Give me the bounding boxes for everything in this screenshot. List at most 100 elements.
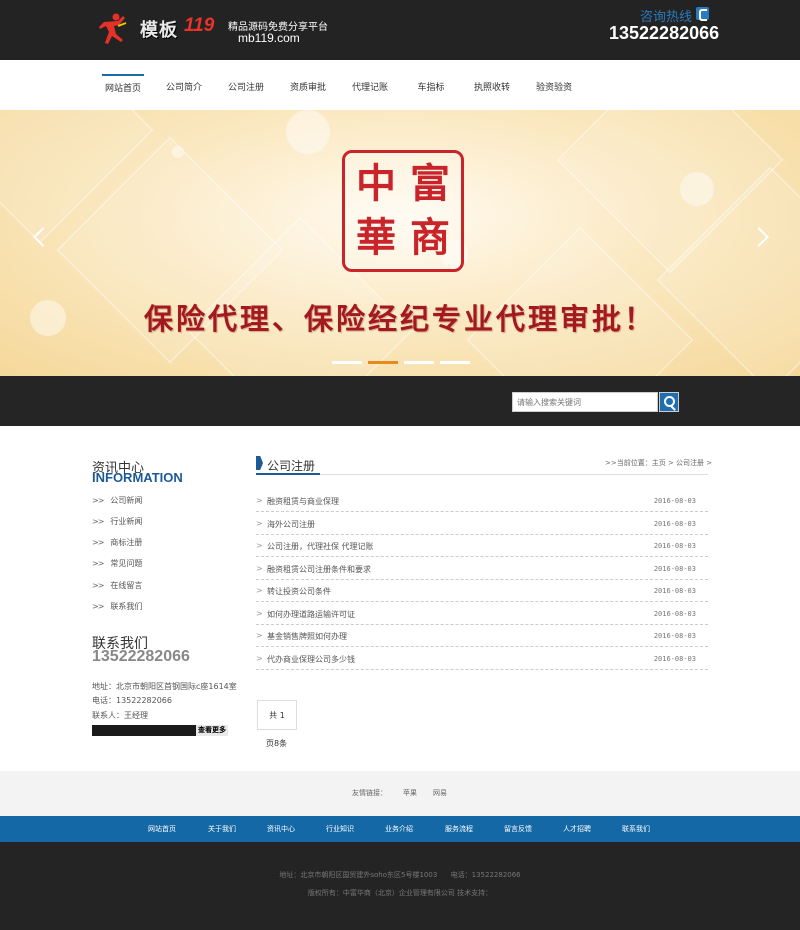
banner-bokeh xyxy=(286,110,330,154)
footer-nav-about[interactable]: 关于我们 xyxy=(208,824,236,834)
friendly-link[interactable]: 苹果 xyxy=(403,788,417,798)
footer-nav-jobs[interactable]: 人才招聘 xyxy=(563,824,591,834)
chevron-right-icon: >> xyxy=(92,581,104,590)
sidebar-item-faq[interactable]: >> 常见问题 xyxy=(92,558,142,569)
title-divider xyxy=(256,474,708,475)
main-nav: 网站首页 公司简介 公司注册 资质审批 代理记账 车指标 执照收转 验资验资 xyxy=(0,60,800,110)
list-item[interactable]: > 海外公司注册 2016-08-03 xyxy=(256,513,708,535)
list-item-date: 2016-08-03 xyxy=(653,610,696,618)
runner-logo-icon xyxy=(99,13,127,44)
chevron-right-icon: >> xyxy=(92,602,104,611)
hotline-number: 13522282066 xyxy=(609,23,720,43)
nav-item-bookkeeping[interactable]: 代理记账 xyxy=(350,60,390,110)
page-title: 公司注册 xyxy=(267,459,316,473)
pagination[interactable]: 共 1 xyxy=(257,700,297,730)
nav-item-home[interactable]: 网站首页 xyxy=(102,74,144,110)
list-item[interactable]: > 融资租赁公司注册条件和要求 2016-08-03 xyxy=(256,558,708,580)
list-item[interactable]: > 代办商业保理公司多少钱 2016-08-03 xyxy=(256,648,708,670)
nav-item-license[interactable]: 执照收转 xyxy=(472,60,512,110)
contact-tel: 电话：13522282066 xyxy=(92,696,172,705)
list-item-date: 2016-08-03 xyxy=(653,655,696,663)
footer-nav-home[interactable]: 网站首页 xyxy=(148,824,176,834)
list-item-title[interactable]: 融资租赁与商业保理 xyxy=(267,496,339,507)
chevron-right-icon: >> xyxy=(92,517,104,526)
list-item-title[interactable]: 转让投资公司条件 xyxy=(267,586,331,597)
footer-nav-feedback[interactable]: 留言反馈 xyxy=(504,824,532,834)
sidebar-item-label: 行业新闻 xyxy=(110,517,143,526)
company-seal: 中 富 華 商 xyxy=(342,150,464,272)
breadcrumb[interactable]: >>当前位置：主页 > 公司注册 > xyxy=(605,458,712,468)
list-item-title[interactable]: 公司注册，代理社保 代理记账 xyxy=(267,541,374,552)
list-item-date: 2016-08-03 xyxy=(653,542,696,550)
footer-nav-process[interactable]: 服务流程 xyxy=(445,824,473,834)
pagination-total: 页8条 xyxy=(266,739,288,748)
footer-copyright: 版权所有：中富华商（北京）企业管理有限公司 技术支持： xyxy=(307,889,493,897)
nav-item-capital[interactable]: 验资验资 xyxy=(534,60,574,110)
chevron-right-icon: > xyxy=(256,631,263,640)
list-item[interactable]: > 基金销售牌照如何办理 2016-08-03 xyxy=(256,625,708,647)
footer-nav-business[interactable]: 业务介绍 xyxy=(385,824,413,834)
chevron-right-icon: > xyxy=(256,586,263,595)
slide-dot-3[interactable] xyxy=(404,361,434,364)
hero-banner: 中 富 華 商 保险代理、保险经纪专业代理审批！ xyxy=(0,110,800,376)
footer-nav-knowledge[interactable]: 行业知识 xyxy=(326,824,354,834)
contact-address: 地址：北京市朝阳区首钢国际c座1614室 xyxy=(92,682,237,691)
footer-nav-contact[interactable]: 联系我们 xyxy=(622,824,650,834)
sidebar-item-label: 公司新闻 xyxy=(110,496,143,505)
sidebar-item-label: 商标注册 xyxy=(110,538,143,547)
list-item-date: 2016-08-03 xyxy=(653,520,696,528)
list-item-title[interactable]: 海外公司注册 xyxy=(267,519,315,530)
chevron-right-icon: > xyxy=(256,609,263,618)
search-icon[interactable] xyxy=(659,392,679,412)
list-item-title[interactable]: 基金销售牌照如何办理 xyxy=(267,631,347,642)
footer-nav-news[interactable]: 资讯中心 xyxy=(267,824,295,834)
chevron-right-icon: > xyxy=(256,496,263,505)
nav-item-car-quota[interactable]: 车指标 xyxy=(414,60,448,110)
friendly-links-label: 友情链接： xyxy=(352,789,387,797)
contact-phone: 13522282066 xyxy=(92,648,190,665)
logo-brand-number: 119 xyxy=(184,15,215,36)
sidebar-title-en: INFORMATION xyxy=(92,470,183,485)
sidebar-item-industry-news[interactable]: >> 行业新闻 xyxy=(92,516,142,527)
slide-dot-1[interactable] xyxy=(332,361,362,364)
banner-slogan: 保险代理、保险经纪专业代理审批！ xyxy=(143,302,656,336)
list-item[interactable]: > 融资租赁与商业保理 2016-08-03 xyxy=(256,490,708,512)
contact-person: 联系人：王经理 xyxy=(92,711,148,720)
sidebar-item-message[interactable]: >> 在线留言 xyxy=(92,580,142,591)
list-item[interactable]: > 公司注册，代理社保 代理记账 2016-08-03 xyxy=(256,535,708,557)
list-item-title[interactable]: 代办商业保理公司多少钱 xyxy=(267,654,355,665)
chevron-right-icon: > xyxy=(256,564,263,573)
section-marker-icon xyxy=(256,456,263,470)
chevron-right-icon: >> xyxy=(92,538,104,547)
footer-address: 地址：北京市朝阳区国贸建外soho东区5号楼1003 xyxy=(279,871,438,879)
chevron-right-icon: > xyxy=(256,541,263,550)
list-item[interactable]: > 转让投资公司条件 2016-08-03 xyxy=(256,580,708,602)
list-item[interactable]: > 如何办理道路运输许可证 2016-08-03 xyxy=(256,603,708,625)
footer-nav: 网站首页 关于我们 资讯中心 行业知识 业务介绍 服务流程 留言反馈 人才招聘 … xyxy=(0,816,800,842)
footer-tel: 电话：13522282066 xyxy=(450,871,521,879)
friendly-links: 友情链接： 苹果 网易 xyxy=(0,771,800,816)
seal-char: 商 xyxy=(410,214,450,261)
top-header: 模板 119 精品源码免费分享平台 mb119.com 咨询热线 1352228… xyxy=(0,0,800,60)
slide-dot-4[interactable] xyxy=(440,361,470,364)
nav-item-about[interactable]: 公司简介 xyxy=(164,60,204,110)
nav-item-qualification[interactable]: 资质审批 xyxy=(288,60,328,110)
title-divider-accent xyxy=(256,473,320,475)
friendly-link[interactable]: 网易 xyxy=(433,788,447,798)
slide-dot-2[interactable] xyxy=(368,361,398,364)
list-item-title[interactable]: 融资租赁公司注册条件和要求 xyxy=(267,564,371,575)
sidebar-item-company-news[interactable]: >> 公司新闻 xyxy=(92,495,142,506)
sidebar-item-trademark[interactable]: >> 商标注册 xyxy=(92,537,142,548)
sidebar-item-label: 在线留言 xyxy=(110,581,143,590)
seal-char: 中 xyxy=(356,160,396,207)
list-item-title[interactable]: 如何办理道路运输许可证 xyxy=(267,609,355,620)
logo-brand-text: 模板 xyxy=(140,20,178,41)
nav-item-registration[interactable]: 公司注册 xyxy=(226,60,266,110)
search-input[interactable] xyxy=(512,392,658,412)
logo-url: mb119.com xyxy=(238,31,300,45)
site-logo[interactable]: 模板 119 精品源码免费分享平台 mb119.com xyxy=(96,10,336,50)
list-item-date: 2016-08-03 xyxy=(653,565,696,573)
banner-bokeh xyxy=(172,146,184,158)
view-more-button[interactable]: 查看更多 xyxy=(196,725,228,736)
sidebar-item-contact[interactable]: >> 联系我们 xyxy=(92,601,142,612)
